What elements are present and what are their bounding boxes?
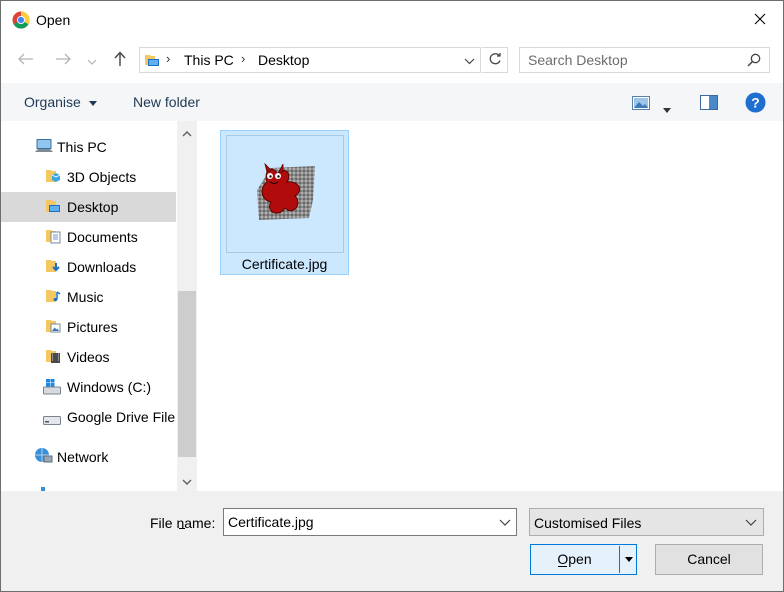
open-file-dialog: Open › This PC › Desktop Search Desktop … xyxy=(0,0,784,592)
drive-windows-icon xyxy=(43,379,61,398)
sidebar-item-documents[interactable]: Documents xyxy=(1,222,176,252)
image-thumbnail-icon xyxy=(253,160,317,227)
up-arrow-icon xyxy=(113,50,127,70)
access-key-underline xyxy=(558,566,567,567)
access-key-underline xyxy=(179,528,185,529)
search-box[interactable] xyxy=(519,47,770,73)
sidebar-item-label: Videos xyxy=(67,349,110,365)
sidebar-item-network[interactable]: Network xyxy=(1,442,176,472)
preview-pane-icon[interactable] xyxy=(700,95,718,113)
breadcrumb-this-pc[interactable]: This PC xyxy=(184,52,234,68)
folder-desktop-icon xyxy=(45,198,61,217)
cancel-button[interactable]: Cancel xyxy=(655,544,763,575)
folder-3d-icon xyxy=(45,168,61,187)
scrollbar-thumb[interactable] xyxy=(178,291,196,457)
desktop-folder-icon xyxy=(144,52,160,71)
forward-arrow-icon xyxy=(55,52,71,68)
sidebar-item-this-pc[interactable]: This PC xyxy=(1,132,176,162)
refresh-icon xyxy=(488,52,502,69)
file-thumbnail xyxy=(226,135,344,253)
folder-documents-icon xyxy=(45,228,61,247)
chevron-down-icon xyxy=(743,514,759,533)
chevron-down-icon[interactable] xyxy=(496,513,514,534)
new-folder-button[interactable]: New folder xyxy=(133,94,200,110)
dialog-footer: File name: Customised Files Open Cancel xyxy=(1,491,783,591)
file-name-label: Certificate.jpg xyxy=(241,256,328,272)
window-title: Open xyxy=(36,12,71,28)
open-button[interactable]: Open xyxy=(530,544,637,575)
scroll-up-button[interactable] xyxy=(177,122,197,142)
sidebar-item-label: Desktop xyxy=(67,199,119,215)
sidebar-item-label: This PC xyxy=(57,139,107,155)
navigation-bar: › This PC › Desktop xyxy=(1,39,783,83)
caret-down-icon xyxy=(624,557,633,562)
sidebar-item-label: Network xyxy=(57,449,109,465)
view-options-icon[interactable] xyxy=(632,96,650,113)
file-type-dropdown[interactable]: Customised Files xyxy=(529,508,764,536)
view-dropdown-chevron-icon[interactable] xyxy=(663,100,671,116)
caret-down-icon xyxy=(88,100,97,106)
sidebar-item-desktop[interactable]: Desktop xyxy=(1,192,176,222)
sidebar-scrollbar[interactable] xyxy=(177,121,197,491)
recent-locations-button[interactable] xyxy=(83,47,101,73)
search-input[interactable] xyxy=(520,48,748,72)
up-button[interactable] xyxy=(108,47,132,73)
scroll-down-button[interactable] xyxy=(177,470,197,490)
close-button[interactable] xyxy=(737,1,783,39)
split-divider xyxy=(619,546,620,573)
sidebar-item-music[interactable]: Music xyxy=(1,282,176,312)
organise-label: Organise xyxy=(24,94,81,110)
back-arrow-icon xyxy=(18,52,34,68)
breadcrumb-separator-icon: › xyxy=(241,51,246,66)
breadcrumb-desktop[interactable]: Desktop xyxy=(258,52,309,68)
file-type-value: Customised Files xyxy=(534,515,642,531)
chevron-down-icon xyxy=(182,472,192,488)
folder-downloads-icon xyxy=(45,258,61,277)
sidebar-item-label: Music xyxy=(67,289,104,305)
chevron-down-icon xyxy=(464,52,475,68)
chevron-down-icon xyxy=(87,52,97,68)
navigation-pane[interactable]: This PC 3D Objects Desktop Documents Dow… xyxy=(1,121,198,491)
sidebar-item-label: 3D Objects xyxy=(67,169,137,185)
folder-music-icon xyxy=(45,288,61,307)
network-icon xyxy=(33,447,53,468)
sidebar-item-label: Google Drive File xyxy=(67,409,176,425)
open-options-dropdown[interactable] xyxy=(621,545,636,574)
sidebar-item-pictures[interactable]: Pictures xyxy=(1,312,176,342)
drive-icon xyxy=(43,412,61,428)
forward-button[interactable] xyxy=(51,47,75,73)
chevron-up-icon xyxy=(182,124,192,140)
sidebar-item-videos[interactable]: Videos xyxy=(1,342,176,372)
computer-icon xyxy=(35,139,53,156)
chrome-icon xyxy=(12,11,30,29)
folder-videos-icon xyxy=(45,348,61,367)
breadcrumb-separator-icon: › xyxy=(166,51,171,66)
command-toolbar: Organise New folder ? xyxy=(1,83,783,121)
file-name-input[interactable] xyxy=(224,509,496,535)
sidebar-item-windows-c[interactable]: Windows (C:) xyxy=(1,372,176,402)
back-button[interactable] xyxy=(14,47,38,73)
sidebar-item-downloads[interactable]: Downloads xyxy=(1,252,176,282)
help-icon[interactable]: ? xyxy=(745,92,766,116)
sidebar-item-google-drive[interactable]: Google Drive File xyxy=(1,402,176,432)
close-icon xyxy=(754,12,766,28)
title-bar: Open xyxy=(1,1,783,39)
svg-text:?: ? xyxy=(751,95,760,111)
sidebar-item-3d-objects[interactable]: 3D Objects xyxy=(1,162,176,192)
sidebar-item-label: Downloads xyxy=(67,259,137,275)
search-icon[interactable] xyxy=(747,53,761,70)
address-bar[interactable]: › This PC › Desktop xyxy=(139,47,481,73)
sidebar-item-label: Documents xyxy=(67,229,138,245)
organise-menu-button[interactable]: Organise xyxy=(24,94,97,110)
file-item[interactable]: Certificate.jpg xyxy=(220,130,349,275)
file-list-view[interactable]: Certificate.jpg xyxy=(198,121,783,491)
file-name-combobox[interactable] xyxy=(223,508,517,536)
sidebar-item-label: Pictures xyxy=(67,319,118,335)
open-button-label: Open xyxy=(557,551,592,567)
refresh-button[interactable] xyxy=(482,47,508,73)
sidebar-item-label: Windows (C:) xyxy=(67,379,152,395)
address-history-dropdown[interactable] xyxy=(458,48,480,72)
folder-pictures-icon xyxy=(45,318,61,337)
